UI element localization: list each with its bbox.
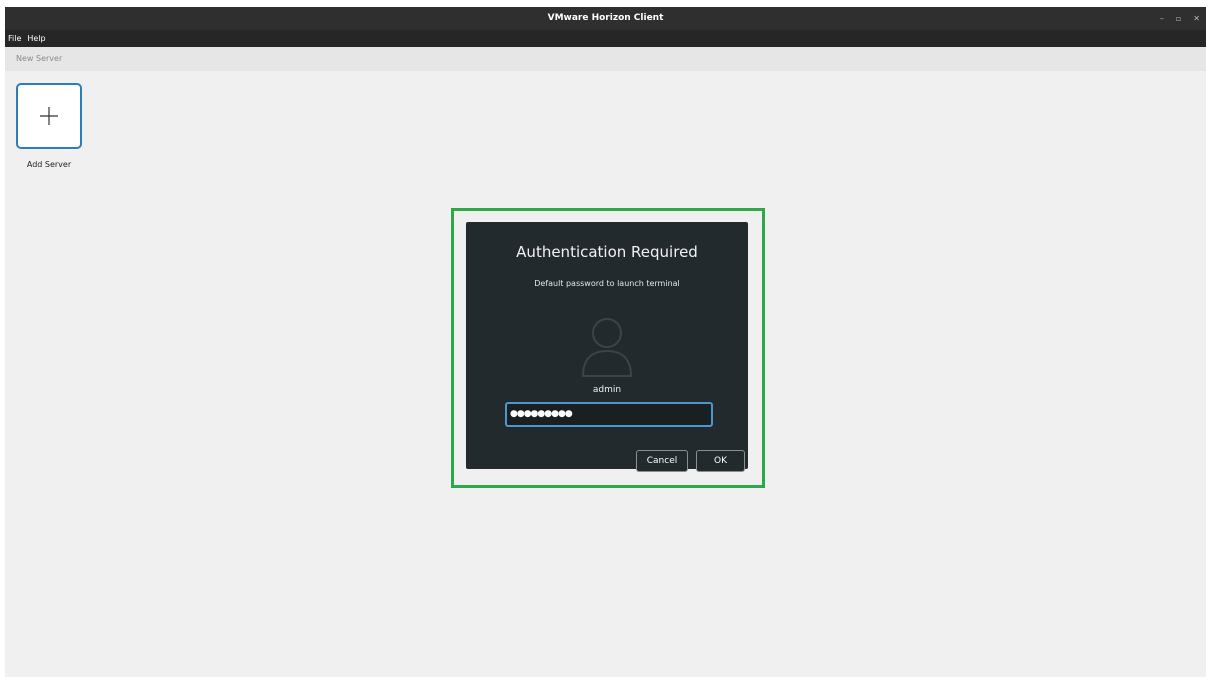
password-input[interactable] bbox=[505, 402, 713, 427]
toolbar: New Server bbox=[5, 47, 1206, 71]
menu-file[interactable]: File bbox=[5, 30, 24, 47]
username-label: admin bbox=[592, 385, 622, 395]
window-controls: – ▫ ✕ bbox=[1160, 7, 1200, 30]
cancel-button[interactable]: Cancel bbox=[636, 450, 688, 472]
close-icon[interactable]: ✕ bbox=[1193, 7, 1200, 30]
maximize-icon[interactable]: ▫ bbox=[1176, 7, 1181, 30]
window-title: VMware Horizon Client bbox=[547, 13, 664, 23]
user-icon bbox=[582, 318, 632, 377]
dialog-subtitle: Default password to launch terminal bbox=[534, 279, 680, 288]
new-server-button[interactable]: New Server bbox=[16, 47, 62, 71]
title-bar: VMware Horizon Client – ▫ ✕ bbox=[5, 7, 1206, 30]
authentication-dialog: Authentication Required Default password… bbox=[466, 222, 748, 472]
plus-icon bbox=[40, 107, 58, 125]
dialog-title: Authentication Required bbox=[516, 243, 698, 261]
menu-help[interactable]: Help bbox=[24, 30, 48, 47]
app-window: VMware Horizon Client – ▫ ✕ File Help Ne… bbox=[5, 7, 1206, 677]
ok-button[interactable]: OK bbox=[696, 450, 745, 472]
minimize-icon[interactable]: – bbox=[1160, 7, 1164, 30]
add-server-tile[interactable] bbox=[16, 83, 82, 149]
add-server-label: Add Server bbox=[26, 160, 72, 169]
menu-bar: File Help bbox=[5, 30, 1206, 47]
